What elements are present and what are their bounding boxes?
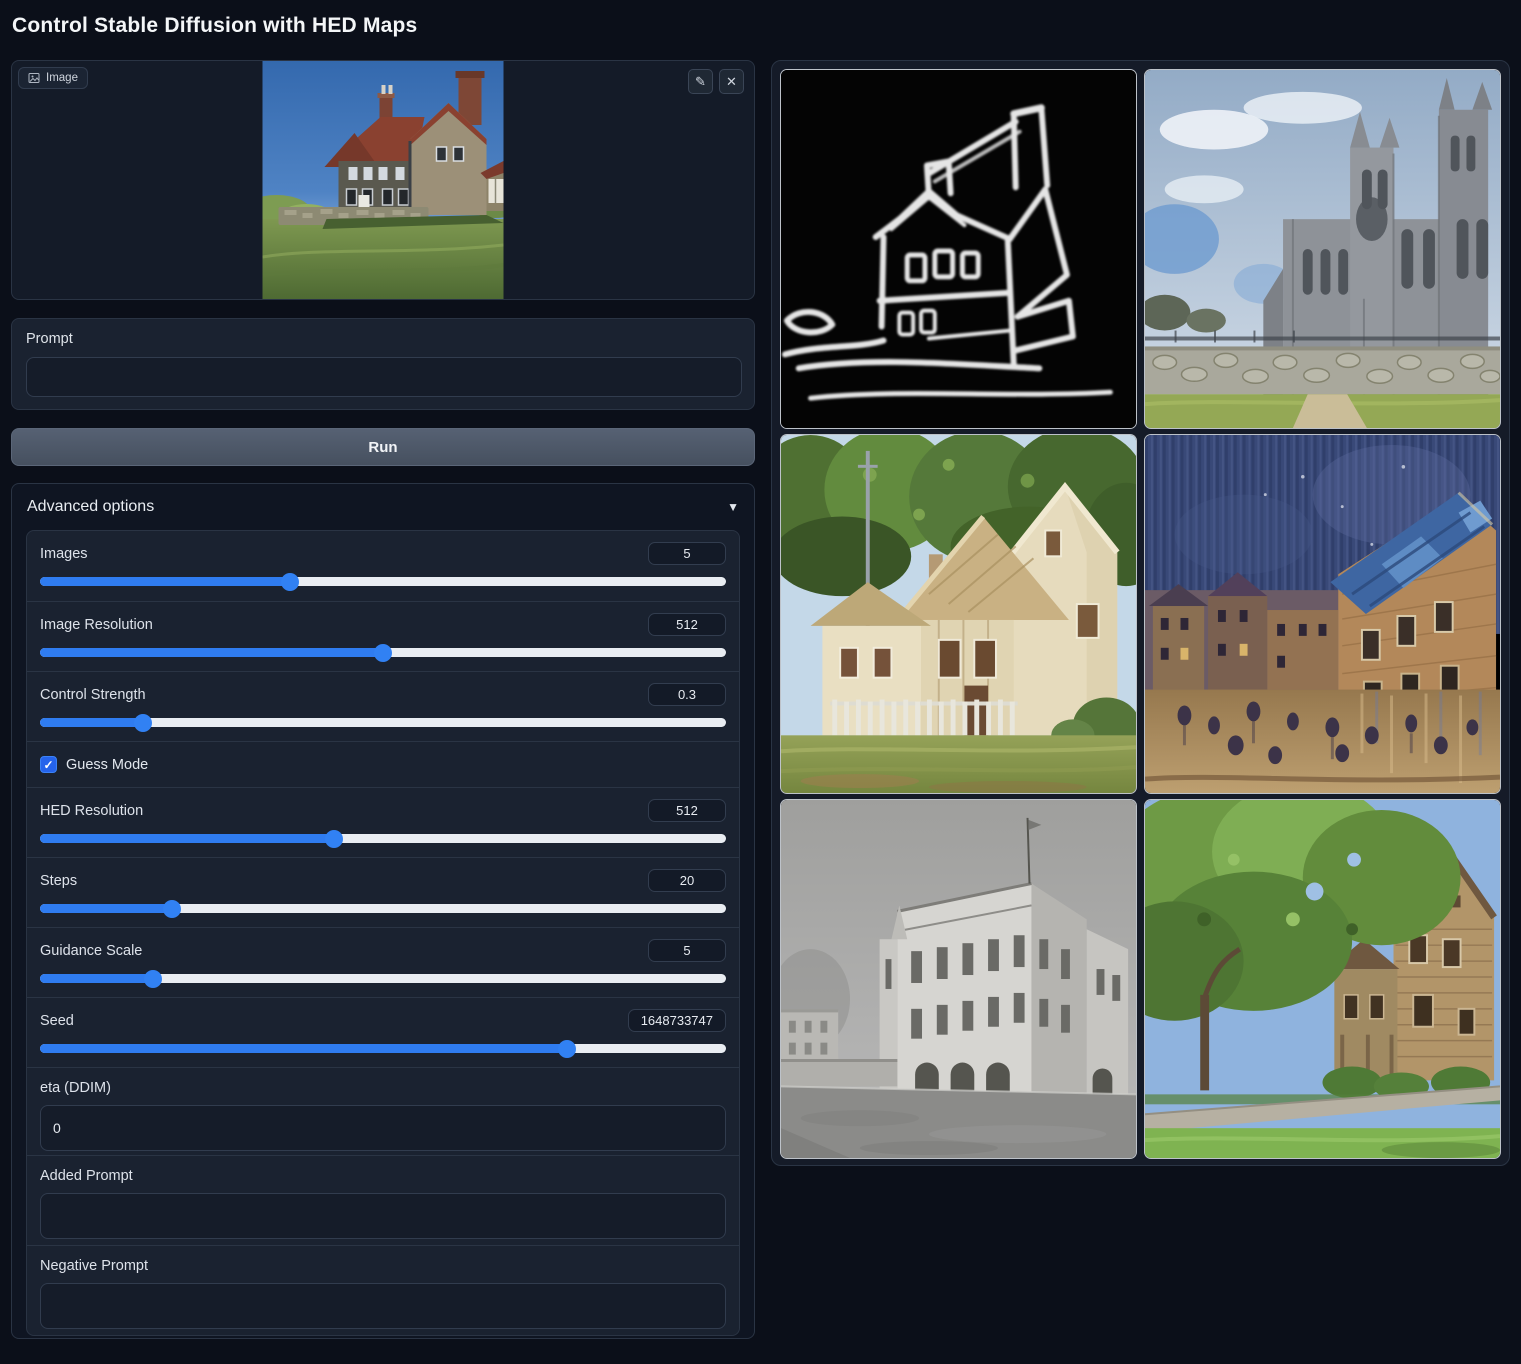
output-gallery bbox=[771, 60, 1510, 1166]
image-resolution-slider-track[interactable] bbox=[40, 648, 726, 657]
advanced-options-header[interactable]: Advanced options ▼ bbox=[12, 484, 754, 530]
slider-row-seed: Seed 1648733747 bbox=[27, 997, 739, 1067]
image-icon bbox=[28, 72, 40, 84]
seed-slider-handle[interactable] bbox=[558, 1040, 576, 1058]
slider-row-hed-resolution: HED Resolution 512 bbox=[27, 787, 739, 857]
eta-row: eta (DDIM) bbox=[27, 1067, 739, 1155]
gallery-item-grayscale-building[interactable] bbox=[780, 799, 1137, 1159]
slider-row-control-strength: Control Strength 0.3 bbox=[27, 671, 739, 741]
steps-slider-value[interactable]: 20 bbox=[648, 869, 726, 892]
negative-prompt-label: Negative Prompt bbox=[40, 1246, 726, 1274]
added-prompt-input[interactable] bbox=[40, 1193, 726, 1239]
control-strength-slider-value[interactable]: 0.3 bbox=[648, 683, 726, 706]
slider-row-images: Images 5 bbox=[27, 531, 739, 601]
prompt-input[interactable] bbox=[26, 357, 742, 397]
control-strength-slider-handle[interactable] bbox=[134, 714, 152, 732]
input-image-block[interactable]: Image ✎ ✕ bbox=[11, 60, 755, 300]
control-strength-slider-track[interactable] bbox=[40, 718, 726, 727]
steps-slider-track[interactable] bbox=[40, 904, 726, 913]
eta-label: eta (DDIM) bbox=[40, 1068, 726, 1096]
edit-image-button[interactable]: ✎ bbox=[688, 69, 713, 94]
negative-prompt-input[interactable] bbox=[40, 1283, 726, 1329]
check-icon: ✓ bbox=[43, 758, 53, 772]
page-title: Control Stable Diffusion with HED Maps bbox=[12, 14, 417, 38]
image-actions: ✎ ✕ bbox=[688, 69, 744, 94]
cathedral-image bbox=[1145, 70, 1500, 428]
image-resolution-slider-value[interactable]: 512 bbox=[648, 613, 726, 636]
guidance-scale-slider-handle[interactable] bbox=[144, 970, 162, 988]
guess-mode-row: ✓ Guess Mode bbox=[27, 741, 739, 787]
run-button[interactable]: Run bbox=[11, 428, 755, 466]
slider-row-image-resolution: Image Resolution 512 bbox=[27, 601, 739, 671]
negative-prompt-row: Negative Prompt bbox=[27, 1245, 739, 1335]
added-prompt-row: Added Prompt bbox=[27, 1155, 739, 1245]
app-root: Control Stable Diffusion with HED Maps I… bbox=[0, 0, 1521, 1364]
slider-row-steps: Steps 20 bbox=[27, 857, 739, 927]
added-prompt-label: Added Prompt bbox=[40, 1156, 726, 1184]
seed-slider-label: Seed bbox=[40, 1013, 74, 1029]
prompt-block: Prompt bbox=[11, 318, 755, 410]
guidance-scale-slider-value[interactable]: 5 bbox=[648, 939, 726, 962]
clear-image-button[interactable]: ✕ bbox=[719, 69, 744, 94]
seed-slider-track[interactable] bbox=[40, 1044, 726, 1053]
seed-slider-value[interactable]: 1648733747 bbox=[628, 1009, 726, 1032]
image-resolution-slider-handle[interactable] bbox=[374, 644, 392, 662]
pencil-icon: ✎ bbox=[695, 74, 706, 90]
advanced-options-panel: Advanced options ▼ Images 5 Image Resolu… bbox=[11, 483, 755, 1339]
images-slider-value[interactable]: 5 bbox=[648, 542, 726, 565]
gallery-item-cathedral[interactable] bbox=[1144, 69, 1501, 429]
hed-resolution-slider-label: HED Resolution bbox=[40, 803, 143, 819]
prompt-label: Prompt bbox=[26, 331, 73, 347]
image-label-badge: Image bbox=[18, 67, 88, 89]
guess-mode-checkbox[interactable]: ✓ bbox=[40, 756, 57, 773]
hed-resolution-slider-track[interactable] bbox=[40, 834, 726, 843]
control-strength-slider-label: Control Strength bbox=[40, 687, 146, 703]
advanced-options-form: Images 5 Image Resolution 512 Contro bbox=[26, 530, 740, 1336]
steps-slider-label: Steps bbox=[40, 873, 77, 889]
advanced-options-title: Advanced options bbox=[27, 498, 154, 516]
gallery-item-painted-house[interactable] bbox=[780, 434, 1137, 794]
images-slider-handle[interactable] bbox=[281, 573, 299, 591]
grayscale-building-image bbox=[781, 800, 1136, 1158]
gallery-item-house-with-trees[interactable] bbox=[1144, 799, 1501, 1159]
painted-house-image bbox=[781, 435, 1136, 793]
images-slider-track[interactable] bbox=[40, 577, 726, 586]
guidance-scale-slider-track[interactable] bbox=[40, 974, 726, 983]
hed-resolution-slider-handle[interactable] bbox=[325, 830, 343, 848]
chevron-down-icon: ▼ bbox=[727, 500, 739, 514]
gallery-item-stylized-painting[interactable] bbox=[1144, 434, 1501, 794]
steps-slider-handle[interactable] bbox=[163, 900, 181, 918]
image-label: Image bbox=[46, 72, 78, 84]
input-image-preview[interactable] bbox=[263, 61, 504, 299]
close-icon: ✕ bbox=[726, 74, 737, 90]
eta-input[interactable] bbox=[40, 1105, 726, 1151]
gallery-item-hed-map[interactable] bbox=[780, 69, 1137, 429]
slider-row-guidance-scale: Guidance Scale 5 bbox=[27, 927, 739, 997]
image-resolution-slider-label: Image Resolution bbox=[40, 617, 153, 633]
guess-mode-label: Guess Mode bbox=[66, 757, 148, 773]
hed-map-image bbox=[781, 70, 1136, 428]
hed-resolution-slider-value[interactable]: 512 bbox=[648, 799, 726, 822]
stylized-painting-image bbox=[1145, 435, 1500, 793]
house-with-trees-image bbox=[1145, 800, 1500, 1158]
input-house-photo bbox=[263, 61, 504, 299]
guidance-scale-slider-label: Guidance Scale bbox=[40, 943, 142, 959]
images-slider-label: Images bbox=[40, 546, 88, 562]
